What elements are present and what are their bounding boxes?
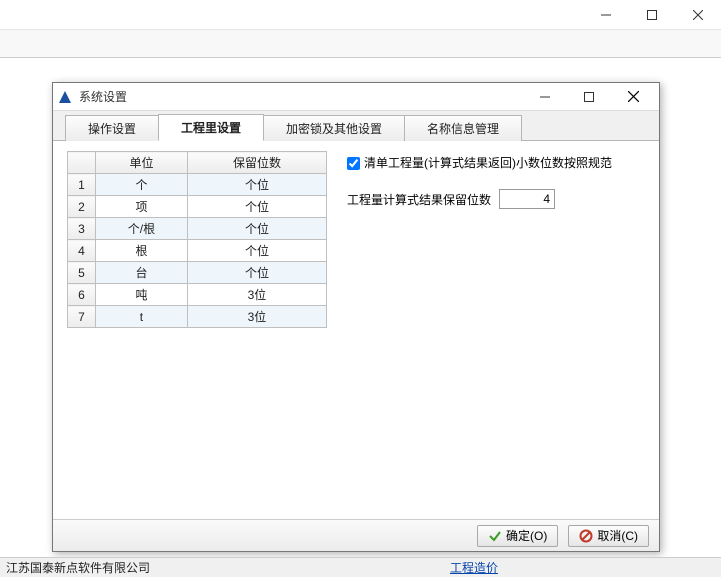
units-table-pane: 单位 保留位数 1个个位2项个位3个/根个位4根个位5台个位6吨3位7t3位 [67,151,327,509]
cell-unit[interactable]: 个 [96,174,188,196]
cell-decimal[interactable]: 3位 [187,284,326,306]
cell-decimal[interactable]: 个位 [187,174,326,196]
table-row[interactable]: 6吨3位 [68,284,327,306]
cancel-button[interactable]: 取消(C) [568,525,649,547]
row-index: 4 [68,240,96,262]
system-settings-dialog: 系统设置 操作设置 工程里设置 加密锁及其他设置 名称信息管理 单位 保留位数 [52,82,660,552]
cell-unit[interactable]: 项 [96,196,188,218]
row-index: 1 [68,174,96,196]
tab-name-info-management[interactable]: 名称信息管理 [404,115,522,141]
close-icon [628,91,639,102]
options-pane: 清单工程量(计算式结果返回)小数位数按照规范 工程量计算式结果保留位数 [347,151,645,509]
status-bar: 江苏国泰新点软件有限公司 工程造价 [0,557,721,577]
dialog-titlebar: 系统设置 [53,83,659,111]
tab-lock-other-settings[interactable]: 加密锁及其他设置 [263,115,405,141]
cell-decimal[interactable]: 个位 [187,262,326,284]
cell-unit[interactable]: 台 [96,262,188,284]
units-table[interactable]: 单位 保留位数 1个个位2项个位3个/根个位4根个位5台个位6吨3位7t3位 [67,151,327,328]
dialog-tabs: 操作设置 工程里设置 加密锁及其他设置 名称信息管理 [53,111,659,141]
row-index: 5 [68,262,96,284]
dialog-body: 单位 保留位数 1个个位2项个位3个/根个位4根个位5台个位6吨3位7t3位 清… [53,141,659,519]
outer-close-button[interactable] [675,0,721,29]
row-index: 2 [68,196,96,218]
maximize-icon [647,10,657,20]
cell-unit[interactable]: 个/根 [96,218,188,240]
ok-button-label: 确定(O) [506,527,547,544]
table-row[interactable]: 2项个位 [68,196,327,218]
tab-operation-settings[interactable]: 操作设置 [65,115,159,141]
table-row[interactable]: 3个/根个位 [68,218,327,240]
check-icon [488,529,502,543]
decimal-field-input[interactable] [499,189,555,209]
outer-maximize-button[interactable] [629,0,675,29]
ok-button[interactable]: 确定(O) [477,525,558,547]
maximize-icon [584,92,594,102]
table-row[interactable]: 7t3位 [68,306,327,328]
status-company: 江苏国泰新点软件有限公司 [6,559,150,576]
close-icon [693,10,703,20]
cancel-button-label: 取消(C) [597,527,638,544]
use-spec-decimals-checkbox[interactable] [347,157,360,170]
cell-unit[interactable]: 根 [96,240,188,262]
col-header-unit[interactable]: 单位 [96,152,188,174]
outer-toolbar [0,30,721,58]
tab-quantity-settings[interactable]: 工程里设置 [158,114,264,141]
cell-unit[interactable]: t [96,306,188,328]
col-header-index[interactable] [68,152,96,174]
decimal-field-row: 工程量计算式结果保留位数 [347,189,645,209]
cancel-icon [579,529,593,543]
row-index: 6 [68,284,96,306]
checkbox-row: 清单工程量(计算式结果返回)小数位数按照规范 [347,155,645,171]
minimize-icon [540,92,550,102]
cell-unit[interactable]: 吨 [96,284,188,306]
table-row[interactable]: 1个个位 [68,174,327,196]
status-link[interactable]: 工程造价 [450,559,498,576]
cell-decimal[interactable]: 个位 [187,218,326,240]
dialog-title: 系统设置 [79,88,523,105]
outer-minimize-button[interactable] [583,0,629,29]
use-spec-decimals-label: 清单工程量(计算式结果返回)小数位数按照规范 [364,155,612,171]
table-row[interactable]: 4根个位 [68,240,327,262]
col-header-decimal[interactable]: 保留位数 [187,152,326,174]
row-index: 7 [68,306,96,328]
outer-window-titlebar [0,0,721,30]
minimize-icon [601,10,611,20]
dialog-close-button[interactable] [611,83,655,111]
dialog-maximize-button[interactable] [567,83,611,111]
row-index: 3 [68,218,96,240]
cell-decimal[interactable]: 个位 [187,240,326,262]
cell-decimal[interactable]: 个位 [187,196,326,218]
app-icon [57,89,73,105]
cell-decimal[interactable]: 3位 [187,306,326,328]
decimal-field-label: 工程量计算式结果保留位数 [347,191,491,208]
table-row[interactable]: 5台个位 [68,262,327,284]
dialog-minimize-button[interactable] [523,83,567,111]
dialog-footer: 确定(O) 取消(C) [53,519,659,551]
